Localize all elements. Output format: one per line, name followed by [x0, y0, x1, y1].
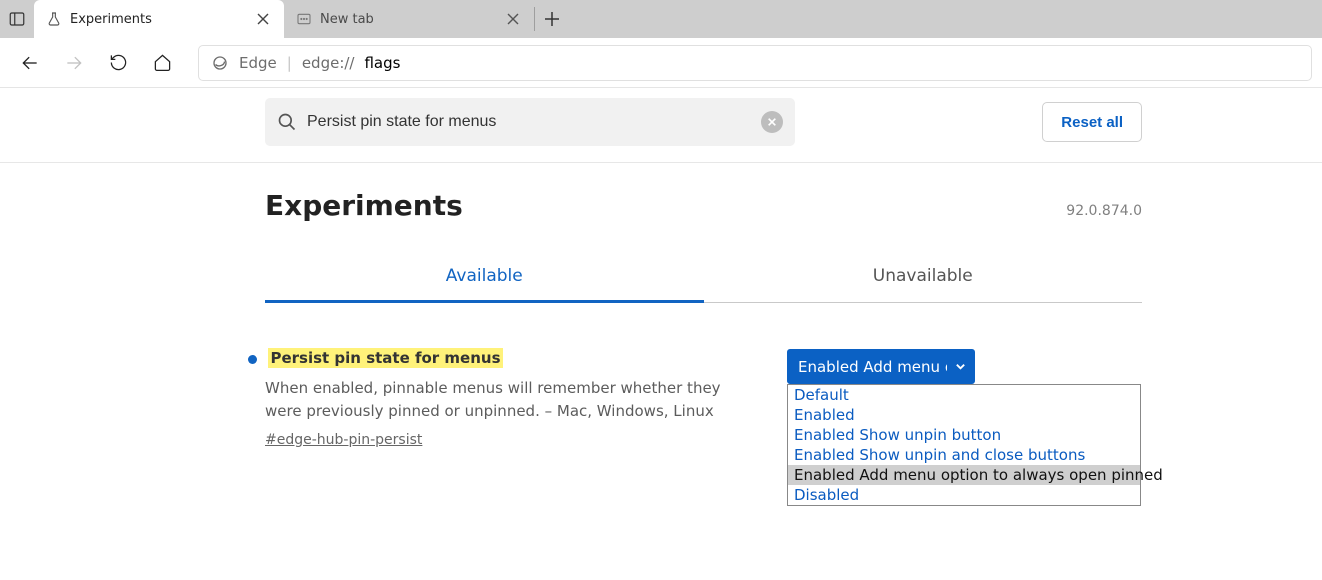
flag-tabs: Available Unavailable: [265, 252, 1142, 303]
refresh-icon: [109, 53, 128, 72]
flag-option-show-unpin-close[interactable]: Enabled Show unpin and close buttons: [788, 445, 1140, 465]
arrow-left-icon: [20, 53, 40, 73]
flag-title-row: Persist pin state for menus: [248, 349, 747, 367]
tab-close-button[interactable]: [504, 10, 522, 28]
flask-icon: [46, 11, 62, 27]
newtab-favicon: [296, 11, 312, 27]
new-tab-button[interactable]: [535, 0, 569, 38]
header-row: Experiments 92.0.874.0: [0, 163, 1322, 222]
addr-url-prefix: edge://: [302, 54, 355, 72]
flag-option-show-unpin[interactable]: Enabled Show unpin button: [788, 425, 1140, 445]
close-icon: [257, 13, 269, 25]
edge-logo-icon: [211, 54, 229, 72]
addr-separator: |: [287, 54, 292, 72]
back-button[interactable]: [10, 43, 50, 83]
tab-title: Experiments: [70, 12, 246, 27]
tab-close-button[interactable]: [254, 10, 272, 28]
tab-actions-icon: [8, 10, 26, 28]
tab-strip: Experiments New tab: [0, 0, 1322, 38]
version-text: 92.0.874.0: [1066, 203, 1142, 219]
flag-select-dropdown: Default Enabled Enabled Show unpin butto…: [787, 384, 1141, 506]
search-box: [265, 98, 795, 146]
flag-title: Persist pin state for menus: [268, 348, 502, 368]
home-button[interactable]: [142, 43, 182, 83]
home-icon: [153, 53, 172, 72]
page-title: Experiments: [265, 189, 463, 222]
flag-control: Enabled Add menu op Default Enabled Enab…: [787, 349, 1142, 448]
addr-url-bold: flags: [364, 54, 400, 72]
tab-unavailable[interactable]: Unavailable: [704, 252, 1143, 302]
search-row: Reset all: [0, 98, 1322, 163]
modified-dot-icon: [248, 355, 257, 364]
search-icon: [277, 112, 297, 132]
flag-select-label: Enabled Add menu op: [798, 358, 947, 376]
clear-search-button[interactable]: [761, 111, 783, 133]
flag-option-default[interactable]: Default: [788, 385, 1140, 405]
page-content: Reset all Experiments 92.0.874.0 Availab…: [0, 88, 1322, 448]
arrow-right-icon: [64, 53, 84, 73]
browser-toolbar: Edge | edge:// flags: [0, 38, 1322, 88]
flag-select[interactable]: Enabled Add menu op: [787, 349, 975, 384]
flag-option-enabled[interactable]: Enabled: [788, 405, 1140, 425]
tab-experiments[interactable]: Experiments: [34, 0, 284, 38]
chevron-down-icon: [955, 361, 966, 372]
close-icon: [767, 117, 777, 127]
close-icon: [507, 13, 519, 25]
plus-icon: [544, 11, 560, 27]
refresh-button[interactable]: [98, 43, 138, 83]
flag-hash-link[interactable]: #edge-hub-pin-persist: [265, 432, 747, 448]
address-bar[interactable]: Edge | edge:// flags: [198, 45, 1312, 81]
tab-title: New tab: [320, 12, 496, 27]
flag-entry: Persist pin state for menus When enabled…: [248, 349, 1142, 448]
tab-available[interactable]: Available: [265, 252, 704, 303]
forward-button[interactable]: [54, 43, 94, 83]
flag-option-always-pinned[interactable]: Enabled Add menu option to always open p…: [788, 465, 1140, 485]
flag-description: When enabled, pinnable menus will rememb…: [265, 377, 747, 424]
tab-actions-button[interactable]: [0, 0, 34, 38]
tab-newtab[interactable]: New tab: [284, 0, 534, 38]
search-input[interactable]: [307, 113, 751, 131]
flag-option-disabled[interactable]: Disabled: [788, 485, 1140, 505]
addr-brand: Edge: [239, 54, 277, 72]
reset-all-button[interactable]: Reset all: [1042, 102, 1142, 142]
flag-info: Persist pin state for menus When enabled…: [248, 349, 747, 448]
